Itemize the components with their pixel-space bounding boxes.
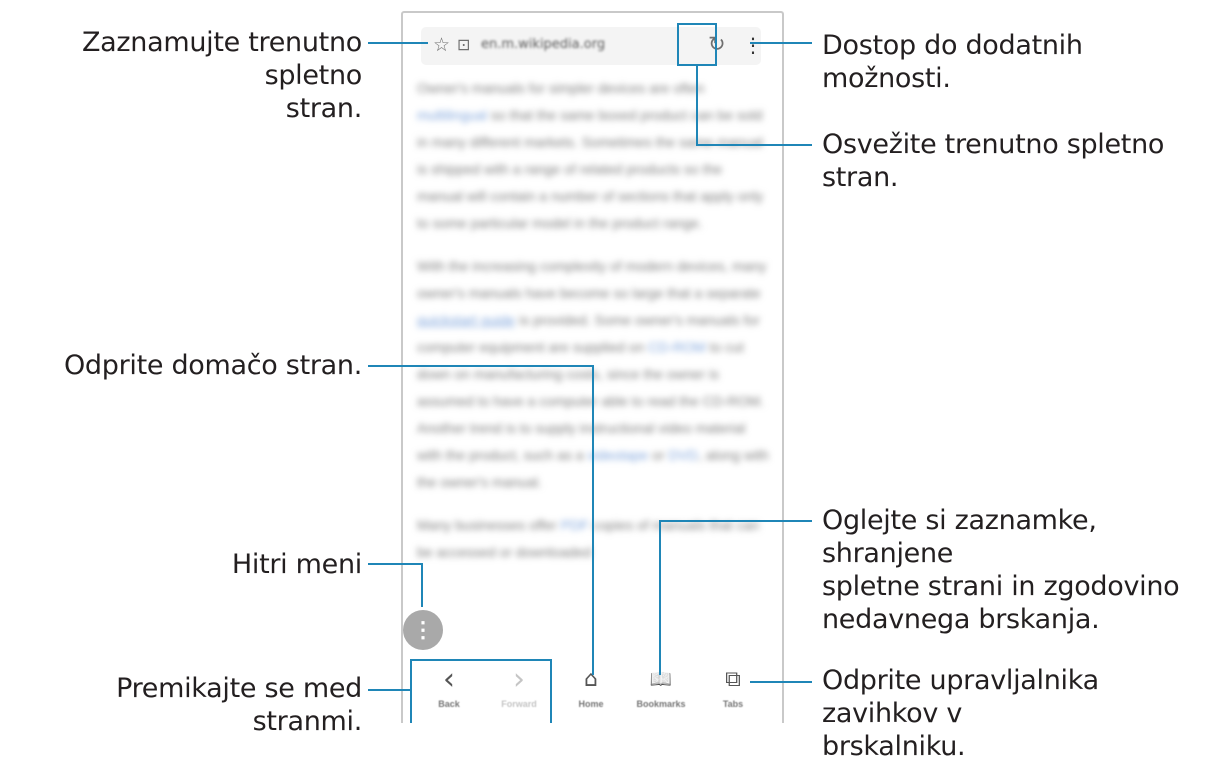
article-link[interactable]: PDF xyxy=(561,517,589,533)
callout-bookmark-page-line1: Zaznamujte trenutno spletno xyxy=(81,27,362,91)
star-icon[interactable]: ☆ xyxy=(433,34,450,56)
leader-bookmark-page xyxy=(368,42,428,44)
leader-more-options xyxy=(750,42,812,44)
bookmarks-label: Bookmarks xyxy=(636,699,686,709)
callout-bookmark-page: Zaznamujte trenutno spletno stran. xyxy=(8,26,362,125)
leader-quick-menu-horizontal xyxy=(368,563,422,565)
tabs-icon: ⧉ xyxy=(725,667,741,692)
refresh-highlight-frame xyxy=(677,23,717,66)
callout-bookmarks-line1: Oglejte si zaznamke, shranjene xyxy=(822,505,1097,569)
article-link[interactable]: quickstart guide xyxy=(417,312,515,328)
leader-refresh-vertical xyxy=(696,66,698,145)
url-text[interactable]: en.m.wikipedia.org xyxy=(481,37,605,52)
callout-bookmarks: Oglejte si zaznamke, shranjene spletne s… xyxy=(822,504,1212,636)
quick-menu-button[interactable]: ⋮ xyxy=(403,610,443,650)
tabs-button[interactable]: ⧉ Tabs xyxy=(703,653,763,723)
callout-bookmark-page-line2: stran. xyxy=(285,93,363,124)
article-paragraph: Owner's manuals for simpler devices are … xyxy=(417,80,764,231)
more-vertical-icon: ⋮ xyxy=(412,617,434,642)
leader-quick-menu-vertical xyxy=(421,563,423,607)
leader-bookmarks-horizontal xyxy=(659,520,812,522)
home-label: Home xyxy=(578,699,604,709)
article-link[interactable]: CD-ROM xyxy=(648,339,706,355)
home-button[interactable]: ⌂ Home xyxy=(561,653,621,723)
article-link[interactable]: videotape xyxy=(587,447,648,463)
leader-navigate xyxy=(368,689,410,691)
lock-icon: ⊡ xyxy=(457,35,471,54)
leader-refresh-horizontal xyxy=(696,144,812,146)
book-open-icon: 📖 xyxy=(649,669,673,690)
leader-tabs xyxy=(750,681,812,683)
article-link[interactable]: multilingual xyxy=(417,107,487,123)
bookmarks-button[interactable]: 📖 Bookmarks xyxy=(631,653,691,723)
callout-refresh: Osvežite trenutno spletno stran. xyxy=(822,129,1165,193)
callout-tabs-line2: brskalniku. xyxy=(822,731,966,762)
leader-home-horizontal xyxy=(368,365,593,367)
callout-bookmarks-line2: spletne strani in zgodovino xyxy=(822,571,1180,602)
tabs-label: Tabs xyxy=(722,699,744,709)
callout-bookmarks-line3: nedavnega brskanja. xyxy=(822,604,1100,635)
leader-home-vertical xyxy=(592,365,594,675)
callout-more-options: Dostop do dodatnih možnosti. xyxy=(822,30,1083,94)
callout-tabs: Odprite upravljalnika zavihkov v brskaln… xyxy=(822,664,1212,763)
more-options-icon[interactable]: ⋮ xyxy=(743,33,763,57)
nav-highlight-frame xyxy=(410,659,552,723)
home-icon: ⌂ xyxy=(584,667,598,692)
callout-home: Odprite domačo stran. xyxy=(63,350,362,381)
article-link[interactable]: DVD xyxy=(668,447,698,463)
leader-bookmarks-vertical xyxy=(659,520,661,675)
callout-tabs-line1: Odprite upravljalnika zavihkov v xyxy=(822,665,1099,729)
callout-navigate: Premikajte se med stranmi. xyxy=(116,673,362,737)
callout-quick-menu: Hitri meni xyxy=(231,549,362,580)
